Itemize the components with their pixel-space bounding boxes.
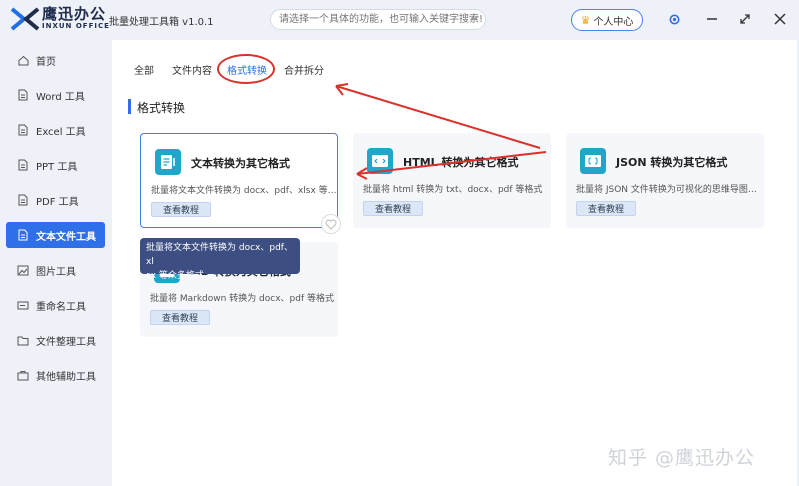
toolbox-icon xyxy=(17,369,29,381)
tab-all[interactable]: 全部 xyxy=(134,62,154,77)
section-title: 格式转换 xyxy=(137,101,186,115)
sidebar-item-label: 其他辅助工具 xyxy=(36,371,96,383)
view-tutorial-button[interactable]: 查看教程 xyxy=(363,201,423,216)
sidebar-item-word[interactable]: Word 工具 xyxy=(6,82,105,108)
maximize-icon[interactable] xyxy=(737,11,753,27)
favorite-heart-icon[interactable] xyxy=(321,214,341,234)
card-description: 批量将文本文件转换为 docx、pdf、xlsx 等… xyxy=(151,186,337,196)
view-tutorial-button[interactable]: 查看教程 xyxy=(151,202,211,217)
sidebar-item-label: PDF 工具 xyxy=(36,196,79,208)
tooltip-line: 批量将文本文件转换为 docx、pdf、xl xyxy=(146,243,293,267)
app-title: 批量处理工具箱 v1.0.1 xyxy=(109,17,214,28)
folder-icon xyxy=(17,334,29,346)
document-icon xyxy=(17,194,29,206)
brand: 鹰迅办公 INXUN OFFICE xyxy=(42,6,110,31)
main-panel: 全部 文件内容 格式转换 合并拆分 格式转换 文本转换为其它格式 批量将文本文件… xyxy=(112,40,797,486)
sidebar-item-label: Excel 工具 xyxy=(36,126,86,138)
user-center-label: 个人中心 xyxy=(593,16,634,28)
view-tutorial-button[interactable]: 查看教程 xyxy=(150,310,210,325)
sidebar-item-pdf[interactable]: PDF 工具 xyxy=(6,187,105,213)
card-description: 批量将 JSON 文件转换为可视化的思维导图… xyxy=(576,185,757,195)
card-text-convert[interactable]: 文本转换为其它格式 批量将文本文件转换为 docx、pdf、xlsx 等… 查看… xyxy=(140,133,341,234)
card-tooltip: 批量将文本文件转换为 docx、pdf、xl sx 等众多格式 xyxy=(140,238,300,281)
card-html-convert[interactable]: HTML 转换为其它格式 批量将 html 转换为 txt、docx、pdf 等… xyxy=(353,133,551,228)
crown-icon: ♛ xyxy=(580,13,591,27)
view-tutorial-button[interactable]: 查看教程 xyxy=(576,201,636,216)
sidebar-item-label: 图片工具 xyxy=(36,266,76,278)
settings-icon[interactable] xyxy=(666,11,682,27)
section-marker xyxy=(128,99,131,114)
user-center-button[interactable]: ♛ 个人中心 xyxy=(571,9,643,31)
tab-merge-split[interactable]: 合并拆分 xyxy=(284,62,324,77)
sidebar-item-file-organize[interactable]: 文件整理工具 xyxy=(6,327,105,353)
chevron-down-icon[interactable] xyxy=(470,13,480,23)
json-convert-icon xyxy=(580,148,606,174)
sidebar-item-text-file[interactable]: 文本文件工具 xyxy=(6,222,105,248)
card-json-convert[interactable]: JSON 转换为其它格式 批量将 JSON 文件转换为可视化的思维导图… 查看教… xyxy=(566,133,764,228)
text-convert-icon xyxy=(155,149,181,175)
tooltip-line: sx 等众多格式 xyxy=(146,271,204,281)
sidebar-item-label: 文本文件工具 xyxy=(36,231,96,243)
title-bar: 鹰迅办公 INXUN OFFICE 批量处理工具箱 v1.0.1 ♛ 个人中心 xyxy=(0,0,799,40)
sidebar: 首页 Word 工具 Excel 工具 PPT 工具 PDF 工具 文本文件工具… xyxy=(0,40,112,486)
card-title: HTML 转换为其它格式 xyxy=(403,156,519,169)
search-input[interactable] xyxy=(270,9,486,30)
card-description: 批量将 html 转换为 txt、docx、pdf 等格式 xyxy=(363,185,543,195)
sidebar-item-other-tools[interactable]: 其他辅助工具 xyxy=(6,362,105,388)
sidebar-item-ppt[interactable]: PPT 工具 xyxy=(6,152,105,178)
watermark: 知乎 @鹰迅办公 xyxy=(608,447,756,469)
sidebar-item-home[interactable]: 首页 xyxy=(6,47,105,73)
minimize-icon[interactable] xyxy=(704,11,720,27)
sidebar-item-label: 文件整理工具 xyxy=(36,336,96,348)
brand-subtitle: INXUN OFFICE xyxy=(42,22,110,30)
card-title: 文本转换为其它格式 xyxy=(191,157,290,170)
card-description: 批量将 Markdown 转换为 docx、pdf 等格式 xyxy=(150,294,335,304)
sidebar-item-label: 重命名工具 xyxy=(36,301,86,313)
document-icon xyxy=(17,124,29,136)
sidebar-item-image[interactable]: 图片工具 xyxy=(6,257,105,283)
html-convert-icon xyxy=(367,148,393,174)
close-icon[interactable] xyxy=(772,11,788,27)
document-icon xyxy=(17,159,29,171)
home-icon xyxy=(17,54,29,66)
sidebar-item-rename[interactable]: 重命名工具 xyxy=(6,292,105,318)
image-icon xyxy=(17,264,29,276)
logo-icon xyxy=(10,7,40,31)
tab-file-content[interactable]: 文件内容 xyxy=(172,62,212,77)
document-icon xyxy=(17,229,29,241)
tab-highlight-circle xyxy=(217,54,275,84)
brand-name: 鹰迅办公 xyxy=(42,5,107,23)
sidebar-item-label: PPT 工具 xyxy=(36,161,78,173)
sidebar-item-label: Word 工具 xyxy=(36,91,85,103)
sidebar-item-excel[interactable]: Excel 工具 xyxy=(6,117,105,143)
rename-icon xyxy=(17,299,29,311)
sidebar-item-label: 首页 xyxy=(36,56,56,68)
card-title: JSON 转换为其它格式 xyxy=(616,156,728,169)
document-icon xyxy=(17,89,29,101)
